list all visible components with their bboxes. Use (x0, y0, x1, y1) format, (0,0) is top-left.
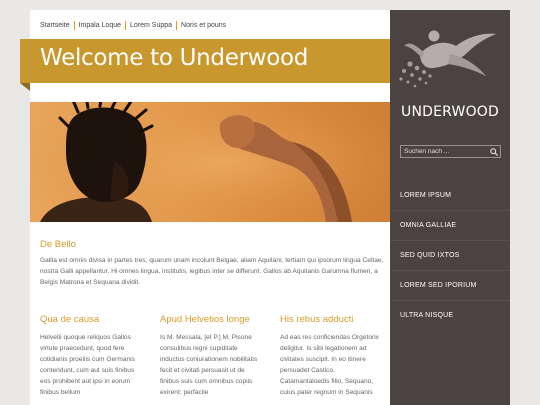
column-text: Is M. Messala, [et P.] M. Pisone consuli… (160, 334, 258, 396)
search-box (400, 145, 501, 158)
page-title: Welcome to Underwood (40, 45, 309, 71)
sidebar-item-sed-quid-ixtos[interactable]: SED QUID IXTOS (390, 240, 510, 270)
breadcrumb-link[interactable]: Impala Loque (79, 22, 121, 29)
column-heading: Apud Helvetios longe (160, 314, 250, 325)
sidebar-item-ultra-nisque[interactable]: ULTRA NISQUE (390, 300, 510, 330)
column-text: Helvetii quoque reliquos Gallos virtute … (40, 334, 135, 396)
intro-heading: De Bello (40, 239, 76, 250)
breadcrumb-separator (73, 20, 75, 30)
brand-name: UNDERWOOD (401, 104, 499, 120)
breadcrumb-separator (125, 20, 126, 30)
column-heading: Qua de causa (40, 314, 100, 325)
search-input[interactable] (401, 148, 487, 155)
underwood-logo-icon[interactable] (390, 24, 510, 104)
column-heading: His rebus adducti (280, 314, 354, 325)
sidebar-item-lorem-sed-iporium[interactable]: LOREM SED IPORIUM (390, 270, 510, 300)
sidebar-menu: LOREM IPSUM OMNIA GALLIAE SED QUID IXTOS… (390, 180, 510, 330)
search-icon[interactable] (487, 146, 500, 157)
breadcrumb-link[interactable]: Noris et pouns (181, 22, 226, 29)
breadcrumb-link[interactable]: Lorem Suppa (130, 22, 172, 29)
banner-fold (20, 83, 30, 91)
hero-photo-illustration (30, 102, 390, 222)
title-banner: Welcome to Underwood (20, 39, 390, 91)
intro-text: Gallia est omnis divisa in partes tres, … (40, 257, 384, 286)
breadcrumb: Startseite Impala Loque Lorem Suppa Nori… (40, 19, 226, 31)
breadcrumb-link-home[interactable]: Startseite (40, 22, 70, 29)
hero-image (30, 102, 390, 222)
sidebar: UNDERWOOD LOREM IPSUM OMNIA GALLIAE SED … (390, 10, 510, 405)
sidebar-item-omnia-galliae[interactable]: OMNIA GALLIAE (390, 210, 510, 240)
breadcrumb-separator (176, 20, 178, 30)
column-text: Ad eas res conficiendas Orgetorix deligi… (280, 334, 379, 396)
sidebar-item-lorem-ipsum[interactable]: LOREM IPSUM (390, 180, 510, 210)
